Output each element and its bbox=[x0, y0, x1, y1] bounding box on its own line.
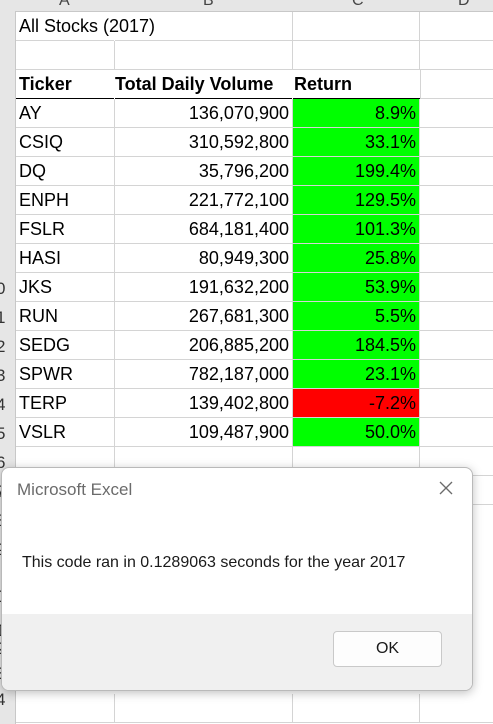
dialog-title: Microsoft Excel bbox=[17, 480, 133, 499]
table-row: RUN 267,681,300 5.5% bbox=[16, 302, 493, 331]
dialog-footer: OK bbox=[2, 614, 472, 690]
grid-cell[interactable] bbox=[420, 157, 493, 186]
row-number[interactable]: 0 bbox=[0, 274, 15, 303]
grid-cell[interactable] bbox=[420, 41, 493, 70]
table-row: SPWR 782,187,000 23.1% bbox=[16, 360, 493, 389]
return-cell[interactable]: 5.5% bbox=[293, 302, 420, 331]
grid-cell[interactable] bbox=[420, 360, 493, 389]
message-box-dialog: Microsoft Excel This code ran in 0.12890… bbox=[1, 467, 473, 691]
table-row: VSLR 109,487,900 50.0% bbox=[16, 418, 493, 447]
ticker-cell[interactable]: RUN bbox=[16, 302, 115, 331]
volume-cell[interactable]: 782,187,000 bbox=[115, 360, 293, 389]
row-number[interactable]: 4 bbox=[0, 390, 15, 419]
grid-cell[interactable] bbox=[293, 41, 420, 70]
return-header[interactable]: Return bbox=[293, 70, 421, 99]
row-number[interactable]: 3 bbox=[0, 361, 15, 390]
grid-cell[interactable] bbox=[16, 41, 115, 70]
ticker-cell[interactable]: JKS bbox=[16, 273, 115, 302]
sheet-title-row: All Stocks (2017) bbox=[16, 12, 493, 41]
ticker-cell[interactable]: FSLR bbox=[16, 215, 115, 244]
volume-cell[interactable]: 139,402,800 bbox=[115, 389, 293, 418]
table-row: TERP 139,402,800 -7.2% bbox=[16, 389, 493, 418]
column-header-b[interactable]: B bbox=[203, 0, 214, 10]
empty-row bbox=[16, 694, 493, 723]
table-row: ENPH 221,772,100 129.5% bbox=[16, 186, 493, 215]
empty-row bbox=[16, 41, 493, 70]
column-header-strip: A B C D bbox=[0, 0, 493, 12]
grid-cell[interactable] bbox=[420, 244, 493, 273]
return-cell[interactable]: 101.3% bbox=[293, 215, 420, 244]
grid-cell[interactable] bbox=[420, 389, 493, 418]
ticker-cell[interactable]: DQ bbox=[16, 157, 115, 186]
grid-cell[interactable] bbox=[420, 694, 493, 723]
return-cell[interactable]: 53.9% bbox=[293, 273, 420, 302]
volume-cell[interactable]: 80,949,300 bbox=[115, 244, 293, 273]
ticker-cell[interactable]: HASI bbox=[16, 244, 115, 273]
volume-cell[interactable]: 136,070,900 bbox=[115, 99, 293, 128]
row-number[interactable]: 1 bbox=[0, 303, 15, 332]
grid-cell[interactable] bbox=[16, 694, 115, 723]
ticker-cell[interactable]: CSIQ bbox=[16, 128, 115, 157]
return-cell[interactable]: 50.0% bbox=[293, 418, 420, 447]
volume-cell[interactable]: 109,487,900 bbox=[115, 418, 293, 447]
ticker-cell[interactable]: TERP bbox=[16, 389, 115, 418]
grid-cell[interactable] bbox=[420, 12, 493, 41]
column-header-d[interactable]: D bbox=[458, 0, 470, 10]
grid-cell[interactable] bbox=[420, 70, 493, 99]
ticker-cell[interactable]: SPWR bbox=[16, 360, 115, 389]
return-cell[interactable]: 33.1% bbox=[293, 128, 420, 157]
grid-cell[interactable] bbox=[420, 302, 493, 331]
grid-cell[interactable] bbox=[115, 41, 293, 70]
grid-cell[interactable] bbox=[420, 331, 493, 360]
return-cell[interactable]: 184.5% bbox=[293, 331, 420, 360]
column-header-a[interactable]: A bbox=[59, 0, 70, 10]
return-cell[interactable]: 199.4% bbox=[293, 157, 420, 186]
volume-cell[interactable]: 191,632,200 bbox=[115, 273, 293, 302]
table-row: HASI 80,949,300 25.8% bbox=[16, 244, 493, 273]
table-row: SEDG 206,885,200 184.5% bbox=[16, 331, 493, 360]
table-row: DQ 35,796,200 199.4% bbox=[16, 157, 493, 186]
volume-cell[interactable]: 267,681,300 bbox=[115, 302, 293, 331]
volume-header[interactable]: Total Daily Volume bbox=[115, 70, 292, 99]
sheet-title[interactable]: All Stocks (2017) bbox=[16, 12, 155, 41]
return-cell[interactable]: -7.2% bbox=[293, 389, 420, 418]
grid-cell[interactable] bbox=[115, 694, 293, 723]
volume-cell[interactable]: 310,592,800 bbox=[115, 128, 293, 157]
column-header-c[interactable]: C bbox=[352, 0, 364, 10]
table-row: AY 136,070,900 8.9% bbox=[16, 99, 493, 128]
table-header-row: Ticker Total Daily Volume Return bbox=[16, 70, 493, 99]
volume-cell[interactable]: 684,181,400 bbox=[115, 215, 293, 244]
grid-cell[interactable] bbox=[420, 99, 493, 128]
grid-cell[interactable] bbox=[420, 215, 493, 244]
ticker-cell[interactable]: ENPH bbox=[16, 186, 115, 215]
return-cell[interactable]: 25.8% bbox=[293, 244, 420, 273]
table-row: CSIQ 310,592,800 33.1% bbox=[16, 128, 493, 157]
ticker-cell[interactable]: AY bbox=[16, 99, 115, 128]
ticker-cell[interactable]: SEDG bbox=[16, 331, 115, 360]
volume-cell[interactable]: 35,796,200 bbox=[115, 157, 293, 186]
grid-cell[interactable] bbox=[420, 418, 493, 447]
row-number[interactable]: 5 bbox=[0, 419, 15, 448]
return-cell[interactable]: 129.5% bbox=[293, 186, 420, 215]
grid-cell[interactable] bbox=[420, 186, 493, 215]
ok-button[interactable]: OK bbox=[333, 631, 442, 667]
volume-cell[interactable]: 221,772,100 bbox=[115, 186, 293, 215]
grid-cell[interactable] bbox=[420, 273, 493, 302]
ticker-header[interactable]: Ticker bbox=[16, 70, 114, 99]
grid-cell[interactable] bbox=[115, 12, 293, 41]
grid-cell[interactable] bbox=[420, 128, 493, 157]
table-row: JKS 191,632,200 53.9% bbox=[16, 273, 493, 302]
dialog-message: This code ran in 0.1289063 seconds for t… bbox=[22, 554, 406, 571]
row-number[interactable]: 2 bbox=[0, 332, 15, 361]
volume-cell[interactable]: 206,885,200 bbox=[115, 331, 293, 360]
table-row: FSLR 684,181,400 101.3% bbox=[16, 215, 493, 244]
grid-cell[interactable] bbox=[293, 694, 420, 723]
return-cell[interactable]: 8.9% bbox=[293, 99, 420, 128]
ticker-cell[interactable]: VSLR bbox=[16, 418, 115, 447]
close-icon[interactable] bbox=[436, 478, 456, 498]
return-cell[interactable]: 23.1% bbox=[293, 360, 420, 389]
grid-cell[interactable] bbox=[293, 12, 420, 41]
